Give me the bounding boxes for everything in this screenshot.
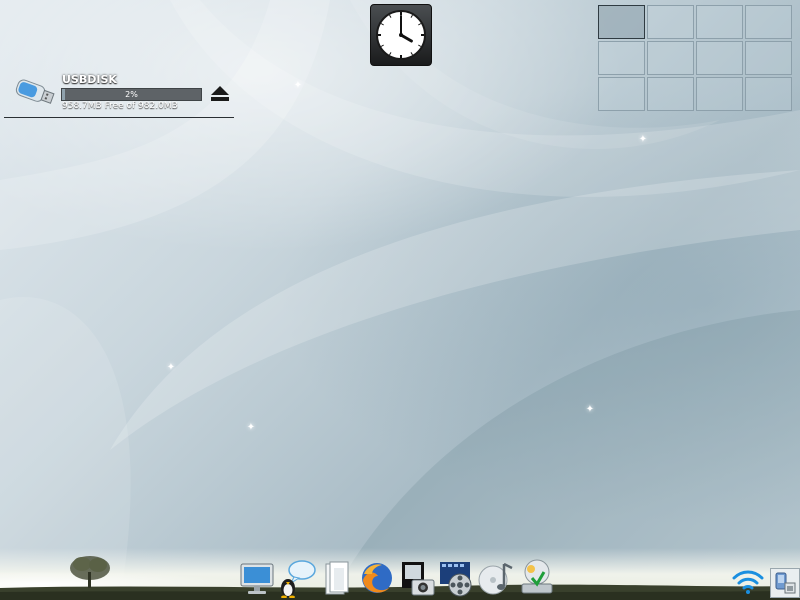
dock-item-music[interactable] bbox=[478, 558, 516, 598]
dock-item-browser[interactable] bbox=[358, 558, 396, 598]
clock-widget[interactable] bbox=[370, 4, 432, 66]
sparkle: ✦ bbox=[166, 362, 176, 373]
pager-desktop-9[interactable] bbox=[598, 77, 645, 111]
usb-stick-icon[interactable] bbox=[12, 74, 56, 112]
device-notifier-icon[interactable] bbox=[770, 568, 800, 598]
pager-desktop-5[interactable] bbox=[598, 41, 645, 75]
usage-percent: 2% bbox=[125, 90, 138, 99]
film-reel-icon bbox=[440, 562, 472, 597]
desktop[interactable]: ✦ ✦ ✦ ✦ ✦ USBDISK 2% 958.7MB Free of 982… bbox=[0, 0, 800, 600]
sparkle: ✦ bbox=[293, 80, 303, 91]
usb-tray-icon bbox=[775, 572, 796, 594]
eject-icon[interactable] bbox=[210, 84, 230, 102]
device-name: USBDISK bbox=[62, 73, 117, 86]
dock-item-chat[interactable] bbox=[278, 558, 316, 599]
dock-item-photos[interactable] bbox=[398, 558, 436, 598]
dock-item-documents[interactable] bbox=[318, 558, 356, 598]
system-tray bbox=[728, 566, 800, 598]
firefox-browser-icon bbox=[362, 563, 392, 593]
free-space-label: 958.7MB Free of 982.0MB bbox=[62, 101, 178, 111]
dock-item-video[interactable] bbox=[438, 558, 476, 598]
pager-desktop-4[interactable] bbox=[745, 5, 792, 39]
clock-icon bbox=[376, 10, 426, 60]
pager-desktop-3[interactable] bbox=[696, 5, 743, 39]
pager-desktop-11[interactable] bbox=[696, 77, 743, 111]
usage-bar: 2% bbox=[61, 88, 202, 101]
document-files-icon bbox=[325, 561, 349, 595]
sparkle: ✦ bbox=[246, 422, 256, 433]
music-note-disc-icon bbox=[478, 562, 513, 595]
photo-camera-icon bbox=[402, 562, 435, 596]
wifi-signal-icon[interactable] bbox=[732, 568, 764, 596]
pager-desktop-7[interactable] bbox=[696, 41, 743, 75]
sparkle: ✦ bbox=[585, 404, 595, 415]
pager-desktop-1[interactable] bbox=[598, 5, 645, 39]
dock bbox=[238, 552, 560, 599]
chat-tux-icon bbox=[281, 560, 316, 599]
dock-item-computer[interactable] bbox=[238, 558, 276, 598]
tree-decoration bbox=[70, 556, 110, 588]
pager-desktop-10[interactable] bbox=[647, 77, 694, 111]
desktop-pager[interactable] bbox=[598, 5, 794, 114]
pager-desktop-8[interactable] bbox=[745, 41, 792, 75]
dock-item-installer[interactable] bbox=[518, 558, 556, 598]
computer-monitor-icon bbox=[240, 563, 274, 594]
pager-desktop-12[interactable] bbox=[745, 77, 792, 111]
pager-desktop-6[interactable] bbox=[647, 41, 694, 75]
live-installer-icon bbox=[521, 559, 553, 594]
sparkle: ✦ bbox=[638, 134, 648, 145]
pager-desktop-2[interactable] bbox=[647, 5, 694, 39]
device-notifier-widget[interactable]: USBDISK 2% 958.7MB Free of 982.0MB bbox=[4, 70, 234, 118]
